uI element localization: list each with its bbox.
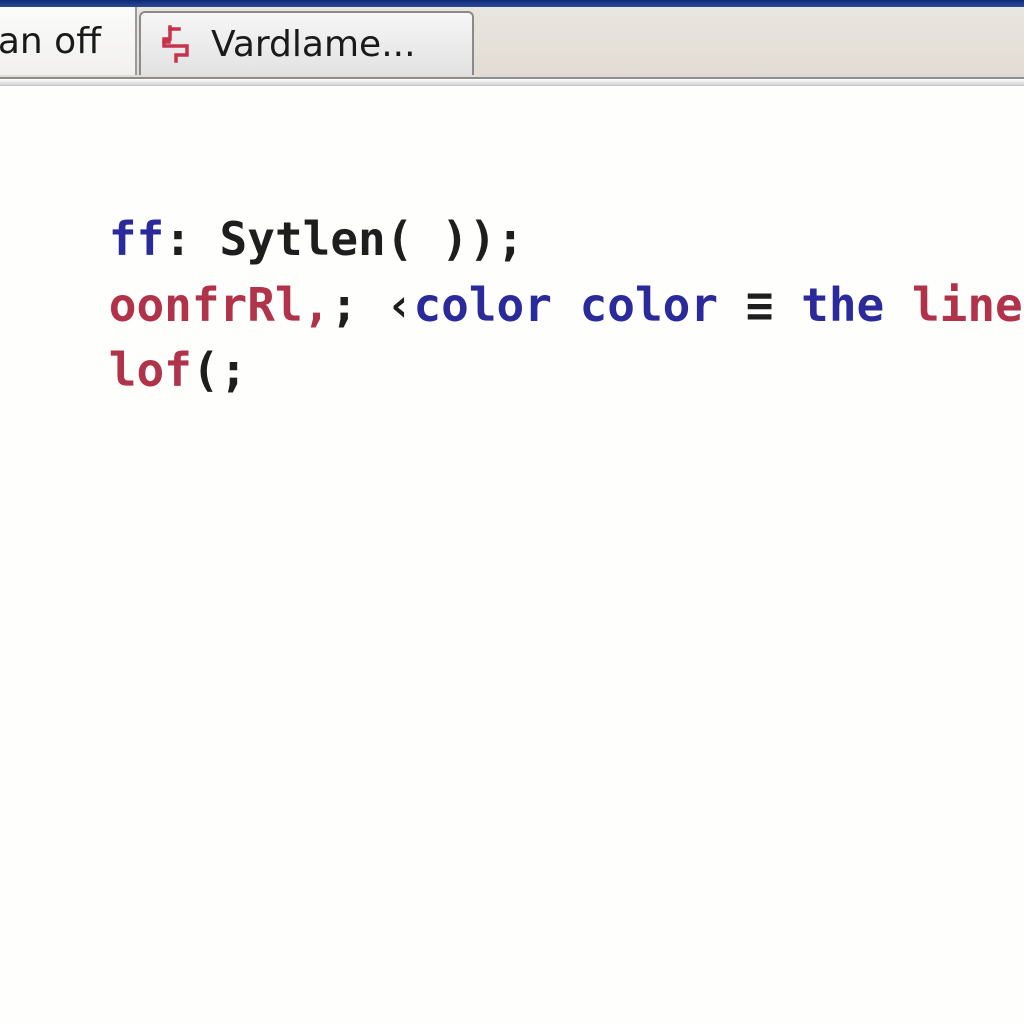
tab-vardlame[interactable]: Vardlame... <box>139 11 474 75</box>
tab-label: an off <box>0 20 101 62</box>
tab-an-off[interactable]: an off <box>0 7 137 75</box>
window-title-strip <box>0 0 1024 7</box>
code-token: linesfe <box>911 278 1024 332</box>
code-token: ‹ <box>385 278 414 332</box>
code-line-3: lof(; <box>0 289 247 451</box>
code-token: the <box>801 278 885 332</box>
tab-label: Vardlame... <box>211 23 416 65</box>
tab-bar: an off Vardlame... <box>0 7 1024 79</box>
code-token: (; <box>191 343 248 397</box>
tab-bar-border <box>0 79 1024 86</box>
code-token: lof <box>108 343 192 397</box>
code-token: ≡ <box>718 278 802 332</box>
code-token: color color <box>413 278 719 332</box>
code-editor[interactable]: ff: Sytlen( )); oonfrRl,; ‹color color ≡… <box>0 86 1024 1024</box>
code-token: ; <box>330 278 386 332</box>
red-glyph-icon <box>161 24 195 64</box>
